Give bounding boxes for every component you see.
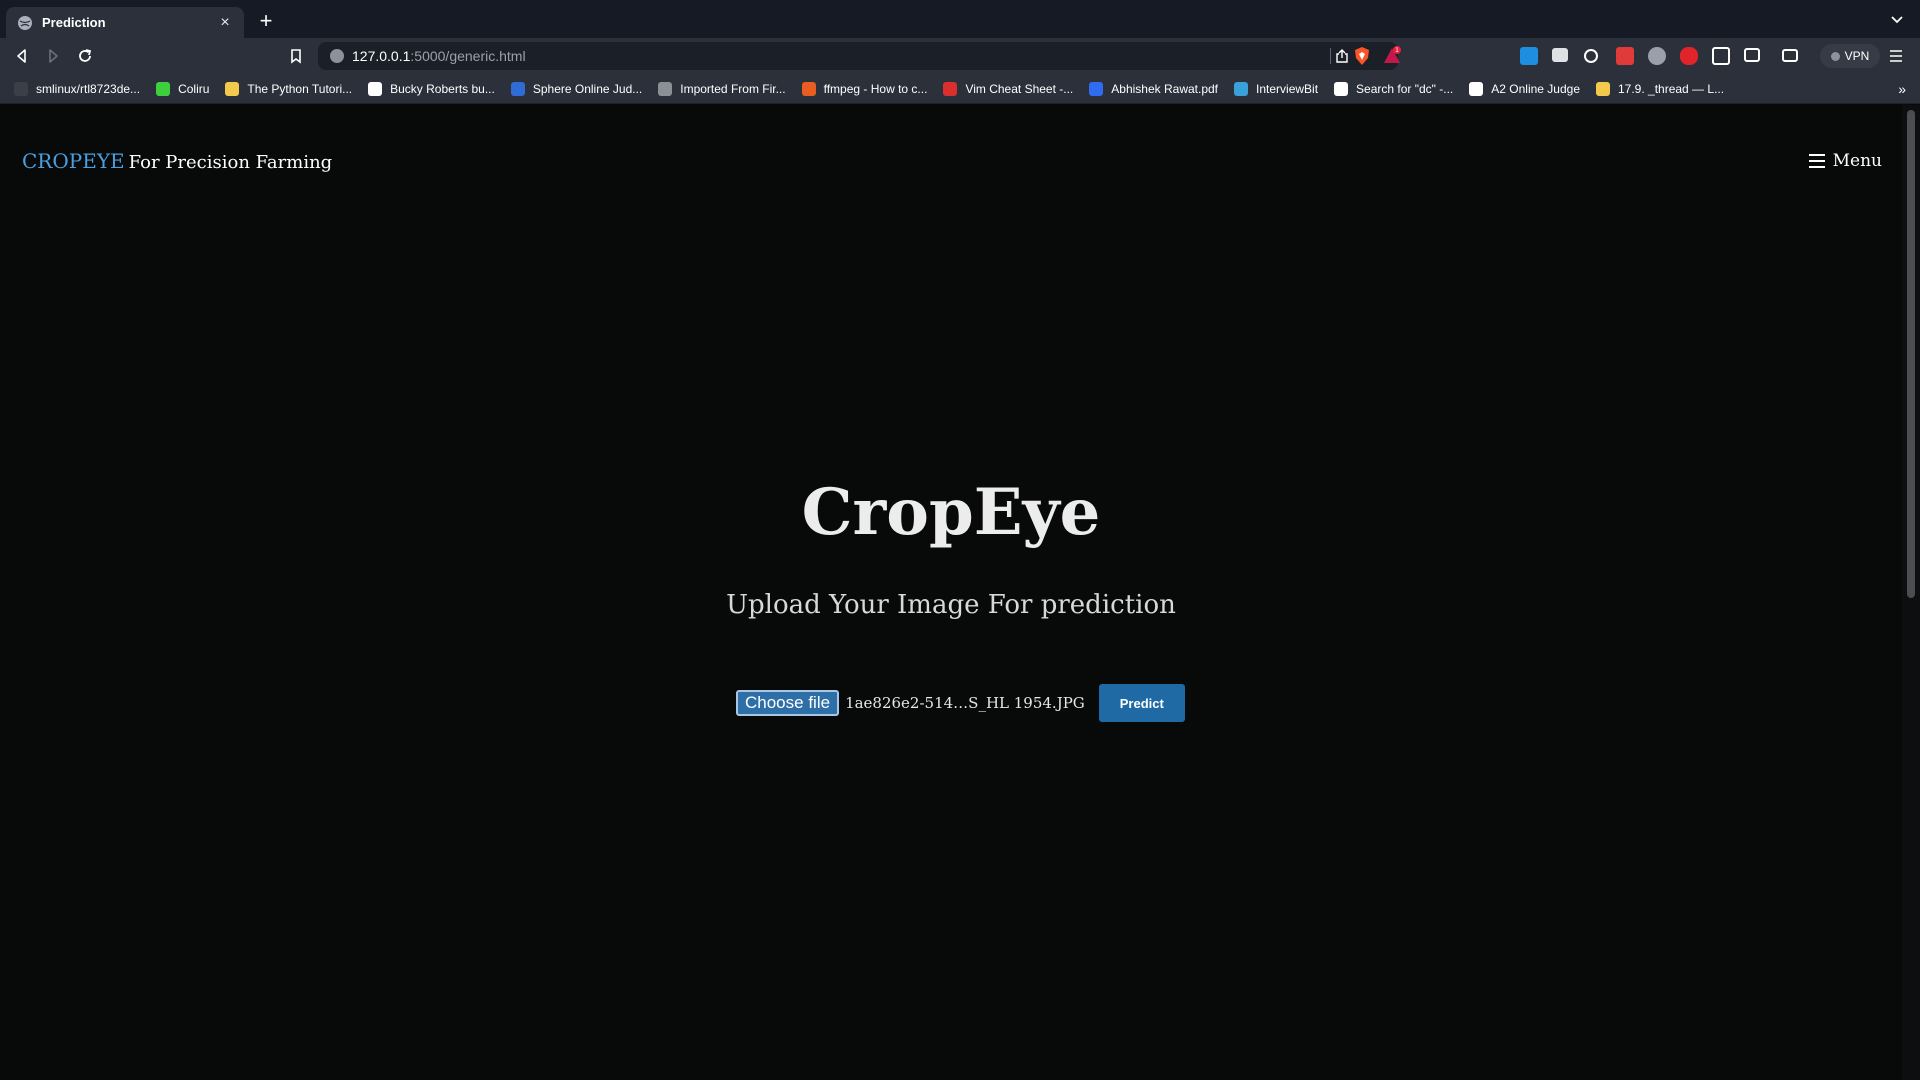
page-subtitle: Upload Your Image For prediction (726, 590, 1176, 620)
vpn-status-icon (1830, 51, 1840, 61)
python-icon (1596, 81, 1610, 96)
site-info-icon[interactable] (330, 49, 344, 63)
bookmark-label: Search for "dc" -... (1356, 81, 1454, 96)
bookmark-item[interactable]: Abhishek Rawat.pdf (1089, 81, 1219, 96)
site-brand[interactable]: CROPEYE For Precision Farming (22, 149, 332, 173)
bookmark-item[interactable]: A2 Online Judge (1469, 81, 1580, 96)
reload-button[interactable] (75, 46, 95, 66)
extension-window-icon[interactable] (1552, 48, 1568, 62)
predict-button[interactable]: Predict (1098, 684, 1185, 722)
folder-icon (658, 81, 673, 96)
bookmark-item[interactable]: InterviewBit (1234, 81, 1319, 96)
page-scrollbar[interactable] (1902, 105, 1920, 1080)
sidebar-toggle-icon[interactable] (1744, 48, 1760, 62)
bookmark-label: InterviewBit (1256, 81, 1319, 96)
tab-title: Prediction (42, 15, 106, 30)
dropbox-icon (1089, 81, 1104, 96)
chevron-down-icon[interactable] (1890, 12, 1904, 26)
upload-form: Choose file 1ae826e2-514…S_HL 1954.JPG P… (736, 683, 1185, 723)
bookmark-item[interactable]: smlinux/rtl8723de... (14, 81, 141, 96)
bookmark-item[interactable]: Vim Cheat Sheet -... (943, 81, 1074, 96)
back-arrow-icon (17, 49, 26, 63)
menu-button[interactable]: Menu (1808, 151, 1882, 171)
bookmark-label: A2 Online Judge (1491, 81, 1580, 96)
extension-adblock-icon[interactable] (1680, 47, 1698, 65)
bookmark-label: ffmpeg - How to c... (823, 81, 928, 96)
reload-icon (79, 49, 92, 62)
selected-file-name: 1ae826e2-514…S_HL 1954.JPG (845, 694, 1085, 712)
bookmark-label: Sphere Online Jud... (532, 81, 643, 96)
coliru-icon (156, 81, 171, 96)
brand-name: CROPEYE (22, 149, 125, 173)
bookmark-item[interactable]: The Python Tutori... (225, 81, 353, 96)
bookmark-label: 17.9. _thread — L... (1618, 81, 1725, 96)
bookmark-label: Coliru (178, 81, 210, 96)
vpn-button[interactable]: VPN (1820, 44, 1880, 68)
browser-menu-icon[interactable] (1888, 48, 1904, 64)
bookmarks-overflow-button[interactable]: » (1898, 81, 1906, 97)
askubuntu-icon (801, 81, 816, 96)
bookmark-label: smlinux/rtl8723de... (36, 81, 141, 96)
address-bar[interactable]: 127.0.0.1:5000/generic.html 1 (318, 42, 1401, 70)
page-title: CropEye (801, 475, 1101, 550)
bookmark-label: The Python Tutori... (247, 81, 353, 96)
python-icon (225, 81, 240, 96)
extension-lastpass-icon[interactable] (1616, 47, 1634, 65)
extension-leaf-icon[interactable] (1584, 49, 1598, 63)
bookmark-item[interactable]: Imported From Fir... (658, 81, 786, 96)
tab-prediction[interactable]: Prediction × (6, 7, 244, 38)
new-tab-button[interactable]: + (255, 10, 277, 33)
url-text: 127.0.0.1:5000/generic.html (352, 48, 526, 64)
bookmark-item[interactable]: Search for "dc" -... (1334, 81, 1454, 96)
bookmark-button[interactable] (286, 46, 306, 66)
share-icon[interactable] (1334, 48, 1350, 64)
menu-label: Menu (1832, 151, 1882, 171)
bookmark-item[interactable]: Bucky Roberts bu... (368, 81, 495, 96)
extensions-puzzle-icon[interactable] (1712, 47, 1730, 65)
scrollbar-thumb[interactable] (1907, 110, 1915, 598)
bookmark-item[interactable]: ffmpeg - How to c... (801, 81, 928, 96)
bookmarks-bar: smlinux/rtl8723de... Coliru The Python Tut… (0, 74, 1920, 104)
forward-arrow-icon (49, 49, 58, 63)
bookmark-label: Vim Cheat Sheet -... (965, 81, 1074, 96)
browser-toolbar: 127.0.0.1:5000/generic.html 1 VPN (0, 38, 1920, 74)
bookmark-label: Imported From Fir... (680, 81, 786, 96)
web-page: CROPEYE For Precision Farming Menu CropEy… (0, 105, 1902, 1080)
url-divider (1330, 48, 1331, 64)
back-button[interactable] (12, 46, 32, 66)
url-host: 127.0.0.1 (352, 48, 411, 64)
close-icon[interactable]: × (216, 14, 234, 32)
vim-icon (943, 81, 958, 96)
extension-weather-icon[interactable] (1520, 47, 1538, 65)
hamburger-icon (1808, 154, 1825, 168)
spoj-icon (510, 81, 525, 96)
choose-file-button[interactable]: Choose file (736, 690, 840, 716)
interviewbit-icon (1234, 81, 1249, 96)
bookmark-item[interactable]: Coliru (156, 81, 210, 96)
brand-tagline: For Precision Farming (128, 152, 333, 173)
a2-icon (1469, 81, 1484, 96)
bookmark-icon (291, 49, 301, 64)
vpn-label: VPN (1844, 49, 1870, 63)
url-path: :5000/generic.html (410, 48, 526, 64)
github-icon (368, 81, 383, 96)
tab-strip: Prediction × + (0, 0, 1920, 38)
extension-glasses-icon[interactable] (1648, 47, 1666, 65)
globe-icon (18, 15, 32, 30)
brave-rewards-icon[interactable]: 1 (1382, 46, 1402, 66)
bookmark-item[interactable]: Sphere Online Jud... (510, 81, 643, 96)
forward-button[interactable] (43, 46, 63, 66)
bookmark-label: Abhishek Rawat.pdf (1111, 81, 1219, 96)
barcode-icon (1334, 81, 1349, 96)
wallet-icon[interactable] (1782, 49, 1798, 62)
bookmark-label: Bucky Roberts bu... (390, 81, 495, 96)
bookmark-item[interactable]: 17.9. _thread — L... (1596, 81, 1725, 96)
svg-text:1: 1 (1395, 47, 1399, 54)
brave-shields-icon[interactable] (1352, 46, 1372, 66)
github-icon (14, 81, 28, 96)
